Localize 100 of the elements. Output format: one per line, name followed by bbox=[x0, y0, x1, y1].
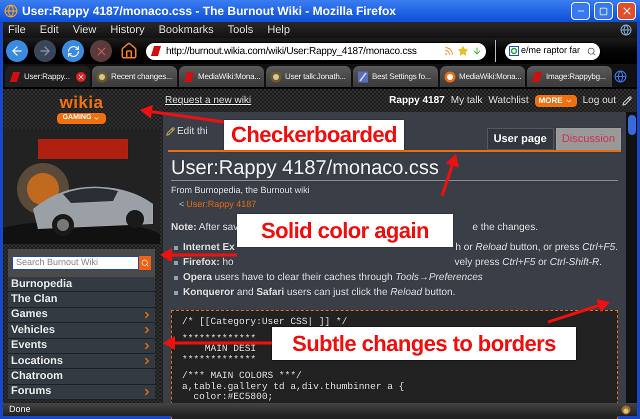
sidebar-item[interactable]: Chatroom bbox=[8, 369, 155, 385]
bullet-text: vely press Ctrl+F5 or Ctrl-Shift-R. bbox=[454, 256, 602, 270]
annotation-label: Checkerboarded bbox=[224, 120, 404, 150]
annotation-arrow bbox=[440, 154, 459, 196]
code-line: ************* bbox=[182, 334, 256, 344]
sidebar-item[interactable]: Locations bbox=[8, 354, 155, 370]
sidebar-item[interactable]: Games bbox=[8, 308, 155, 324]
emblem-icon bbox=[270, 70, 282, 82]
code-line: ************* bbox=[182, 354, 256, 365]
header-link[interactable]: My talk bbox=[450, 93, 482, 108]
bullet-icon bbox=[174, 276, 178, 280]
home-icon bbox=[120, 42, 138, 60]
chevron-icon bbox=[142, 386, 152, 397]
go-icon[interactable] bbox=[472, 46, 482, 56]
code-line: a,table.gallery td a,div.thumbinner a { bbox=[182, 382, 404, 392]
menu-item[interactable]: View bbox=[72, 22, 96, 38]
status-text: Done bbox=[9, 402, 32, 416]
browser-tab[interactable]: User talk:Jonath... bbox=[266, 66, 351, 87]
menu-item[interactable]: Bookmarks bbox=[158, 22, 214, 38]
annotation-label: Solid color again bbox=[237, 214, 453, 247]
rss-icon[interactable] bbox=[444, 46, 454, 56]
annotation-label: Subtle changes to borders bbox=[272, 327, 576, 360]
browser-tab[interactable]: Best Settings fo... bbox=[353, 66, 438, 87]
caret-icon bbox=[93, 115, 100, 122]
logo-icon bbox=[183, 70, 195, 82]
stop-button[interactable] bbox=[90, 40, 112, 62]
bullet-icon bbox=[174, 260, 178, 264]
address-field[interactable]: http://burnout.wikia.com/wiki/User:Rappy_4187/monaco.css bbox=[146, 42, 486, 60]
emblem-icon bbox=[96, 70, 108, 82]
search-icon[interactable] bbox=[587, 46, 596, 56]
breadcrumb-arrow: < bbox=[179, 198, 184, 210]
browser-tab[interactable]: Recent changes... bbox=[92, 66, 177, 87]
bullet-text: Konqueror and Safari users can just click the Reload button. bbox=[183, 286, 456, 300]
request-wiki-link[interactable]: Request a new wiki bbox=[165, 93, 384, 108]
bookmark-star-icon[interactable] bbox=[458, 46, 468, 56]
forward-button[interactable] bbox=[34, 40, 56, 62]
search-field[interactable]: e/me raptor far bbox=[505, 42, 600, 60]
code-line: color:#EC5800; bbox=[192, 392, 274, 402]
edit-link[interactable]: Edit thi bbox=[177, 124, 208, 138]
search-button[interactable] bbox=[139, 256, 151, 270]
menu-item[interactable]: Edit bbox=[40, 22, 59, 38]
wiki-search-field[interactable]: Search Burnout Wiki bbox=[12, 256, 139, 270]
minimize-button[interactable] bbox=[571, 2, 590, 20]
maximize-button[interactable] bbox=[594, 2, 613, 20]
menu-item[interactable]: Tools bbox=[228, 22, 254, 38]
code-line: MAIN DESI bbox=[204, 344, 256, 354]
sidebar-item[interactable]: Vehicles bbox=[8, 323, 155, 339]
forward-arrow-icon bbox=[38, 44, 52, 58]
sidebar-item[interactable]: Forums bbox=[8, 384, 155, 400]
wikia-icon bbox=[444, 70, 456, 82]
logo-icon bbox=[9, 70, 21, 82]
search-engine-icon[interactable] bbox=[509, 46, 519, 56]
reload-icon bbox=[66, 44, 80, 58]
menu-item[interactable]: Help bbox=[267, 22, 290, 38]
scrollbar[interactable] bbox=[626, 112, 637, 403]
logout-link[interactable]: Log out bbox=[582, 93, 616, 108]
chevron-icon bbox=[142, 310, 152, 320]
bullet-icon bbox=[174, 290, 178, 294]
code-line: /*** MAIN COLORS ***/ bbox=[182, 371, 302, 382]
browser-tab[interactable]: Image:Rappybg... bbox=[527, 66, 612, 87]
search-icon bbox=[141, 259, 149, 267]
bullet-text: Firefox: ho bbox=[183, 256, 234, 270]
logo-icon bbox=[531, 70, 543, 82]
note-text: e the changes. bbox=[472, 221, 538, 235]
chevron-icon bbox=[142, 325, 152, 336]
browser-tab[interactable]: User:Rappy... bbox=[5, 66, 90, 87]
browser-tab[interactable]: MediaWiki:Mona... bbox=[440, 66, 525, 87]
code-line: /* [[Category:User CSS| ]] */ bbox=[182, 317, 348, 328]
menu-item[interactable]: History bbox=[110, 22, 145, 38]
chevron-icon bbox=[142, 356, 152, 366]
back-button[interactable] bbox=[6, 40, 28, 62]
note-icon[interactable] bbox=[622, 96, 632, 106]
stop-icon bbox=[94, 44, 108, 58]
tab-list-icon[interactable] bbox=[614, 70, 627, 83]
page-tab[interactable]: User page bbox=[486, 128, 554, 150]
sidebar-item[interactable]: The Clan bbox=[8, 292, 155, 308]
bullet-text: Internet Ex bbox=[183, 241, 235, 255]
header-link[interactable]: Watchlist bbox=[488, 93, 529, 108]
browser-tab[interactable]: MediaWiki:Mona... bbox=[179, 66, 264, 87]
edit-icon[interactable] bbox=[166, 126, 175, 136]
window-title: User:Rappy 4187/monaco.css - The Burnout Wiki - Mozilla Firefox bbox=[22, 3, 397, 20]
logo-icon bbox=[150, 45, 162, 57]
browser-icon bbox=[4, 4, 18, 18]
sidebar-item[interactable]: Events bbox=[8, 338, 155, 354]
bullet-text: Opera users have to clear their caches through Tools→Preferences bbox=[183, 271, 483, 285]
close-icon bbox=[77, 72, 85, 80]
chevron-icon bbox=[142, 340, 152, 351]
reload-button[interactable] bbox=[62, 40, 84, 62]
tab-close-button[interactable] bbox=[76, 72, 86, 82]
bullet-text: h or Reload button, or press Ctrl+F5. bbox=[455, 241, 618, 255]
annotation-arrow bbox=[548, 299, 610, 324]
sidebar-item[interactable]: Burnopedia bbox=[8, 277, 155, 292]
menu-item[interactable]: File bbox=[8, 22, 26, 38]
maximize-icon bbox=[599, 6, 608, 16]
user-link[interactable]: Rappy 4187 bbox=[389, 93, 445, 108]
wikia-logo[interactable]: wikia bbox=[60, 94, 104, 112]
page-subtitle: From Burnopedia, the Burnout wiki bbox=[171, 184, 311, 197]
page-icon bbox=[357, 70, 369, 82]
close-button[interactable] bbox=[617, 2, 636, 20]
close-icon bbox=[620, 5, 632, 17]
